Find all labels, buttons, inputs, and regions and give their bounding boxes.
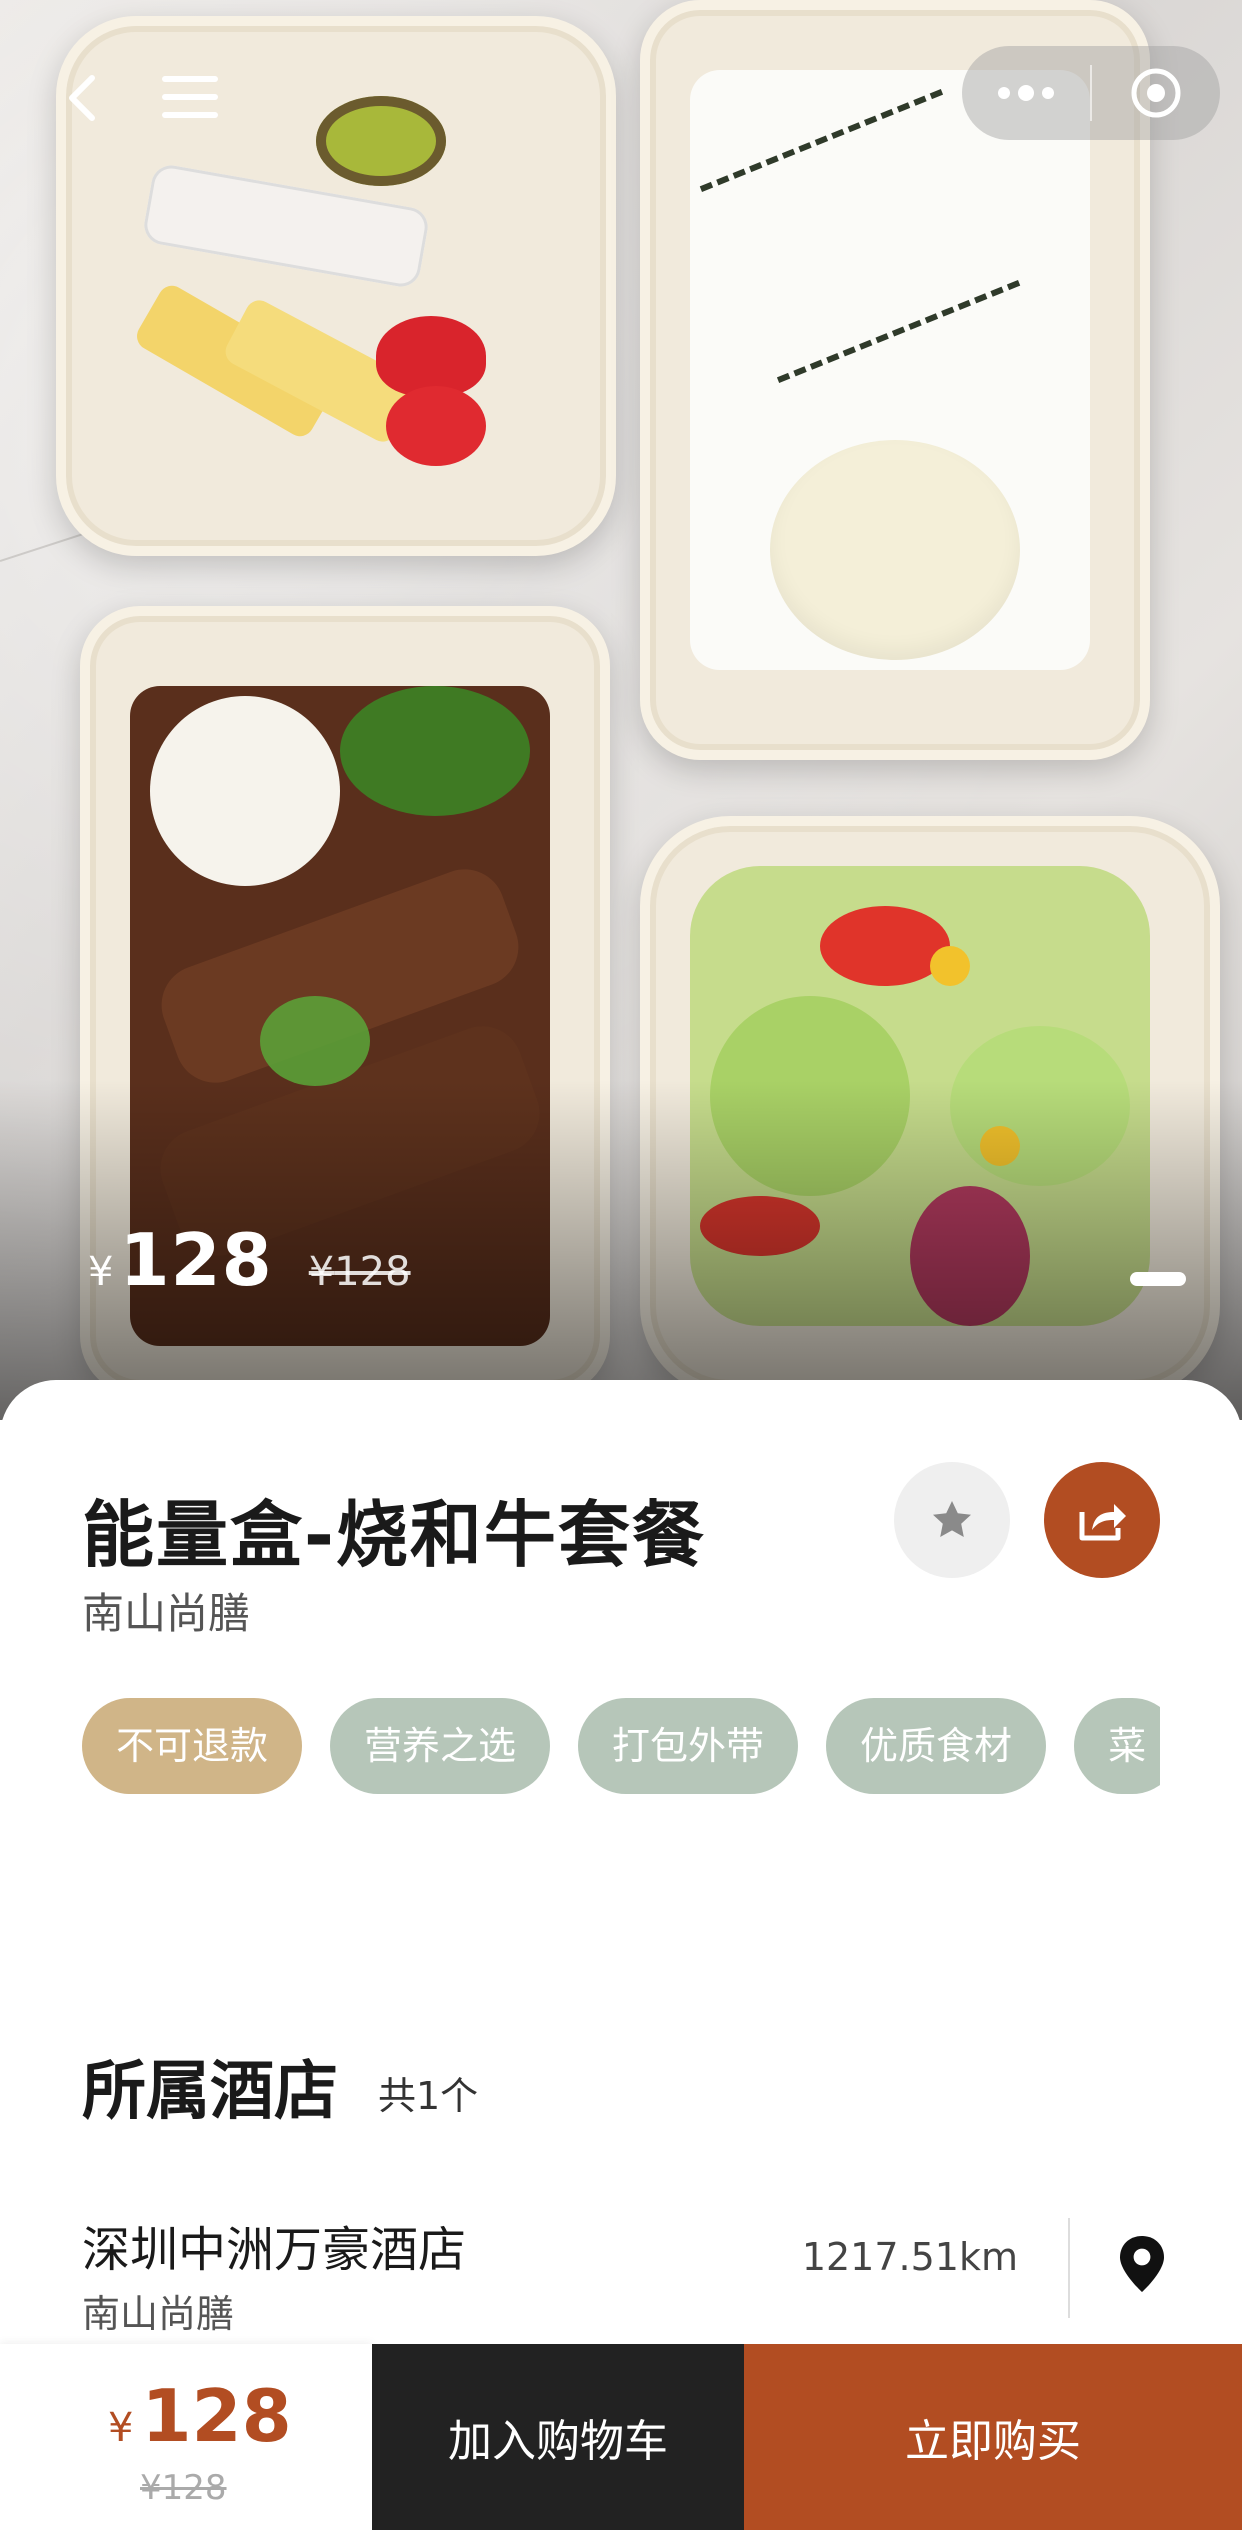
- section-count: 共1个: [378, 2074, 479, 2118]
- star-icon: [933, 1501, 971, 1537]
- bottom-original-price: ¥128: [140, 2468, 227, 2508]
- back-button[interactable]: [56, 70, 112, 126]
- tag-item: 优质食材: [826, 1698, 1047, 1794]
- product-subtitle: 南山尚膳: [82, 1589, 251, 1638]
- close-miniprogram-button[interactable]: [1092, 46, 1220, 140]
- more-dots-icon: [998, 85, 1054, 101]
- favorite-button[interactable]: [894, 1462, 1010, 1578]
- share-icon: [1079, 1504, 1126, 1541]
- tag-item: 营养之选: [330, 1698, 551, 1794]
- hero-price-value: 128: [119, 1218, 273, 1302]
- product-info-card: 能量盒-烧和牛套餐 南山尚膳 不可退款 营养之选 打包外带 优质食材菜 所属酒店 共1…: [0, 1380, 1242, 2380]
- hero-original-price: ¥128: [308, 1249, 411, 1295]
- tag-item: 菜: [1074, 1698, 1160, 1794]
- hotel-distance: 1217.51km: [801, 2235, 1018, 2279]
- divider: [1068, 2218, 1070, 2318]
- buy-now-button[interactable]: 立即购买: [744, 2344, 1242, 2530]
- hero-currency: ¥: [88, 1249, 114, 1295]
- target-icon: [1131, 68, 1181, 118]
- add-to-cart-button[interactable]: 加入购物车: [372, 2344, 744, 2530]
- section-title: 所属酒店: [82, 2055, 338, 2129]
- fruit-box: [56, 16, 616, 556]
- share-button[interactable]: [1044, 1462, 1160, 1578]
- bottom-price: ¥ 128 ¥128: [0, 2344, 372, 2530]
- product-title: 能量盒-烧和牛套餐: [82, 1493, 706, 1577]
- more-button[interactable]: [962, 46, 1090, 140]
- hotel-restaurant: 南山尚膳: [82, 2292, 235, 2336]
- bottom-currency: ¥: [108, 2405, 134, 2451]
- carousel-indicator[interactable]: [1130, 1272, 1186, 1286]
- tag-item: 打包外带: [578, 1698, 799, 1794]
- chevron-left-icon: [69, 75, 95, 121]
- product-image[interactable]: ¥ 128 ¥128: [0, 0, 1242, 1420]
- miniprogram-capsule: [962, 46, 1220, 140]
- tag-item: 不可退款: [82, 1698, 303, 1794]
- hero-price: ¥ 128 ¥128: [88, 1218, 411, 1302]
- bottom-price-value: 128: [141, 2374, 292, 2458]
- menu-button[interactable]: [160, 72, 220, 122]
- location-button[interactable]: [1116, 2234, 1168, 2294]
- hotel-name: 深圳中洲万豪酒店: [82, 2222, 467, 2278]
- tag-list: 不可退款 营养之选 打包外带 优质食材菜: [82, 1698, 1160, 1798]
- bottom-action-bar: ¥ 128 ¥128 加入购物车 立即购买: [0, 2344, 1242, 2530]
- hamburger-icon: [162, 76, 218, 118]
- location-pin-icon: [1120, 2236, 1164, 2292]
